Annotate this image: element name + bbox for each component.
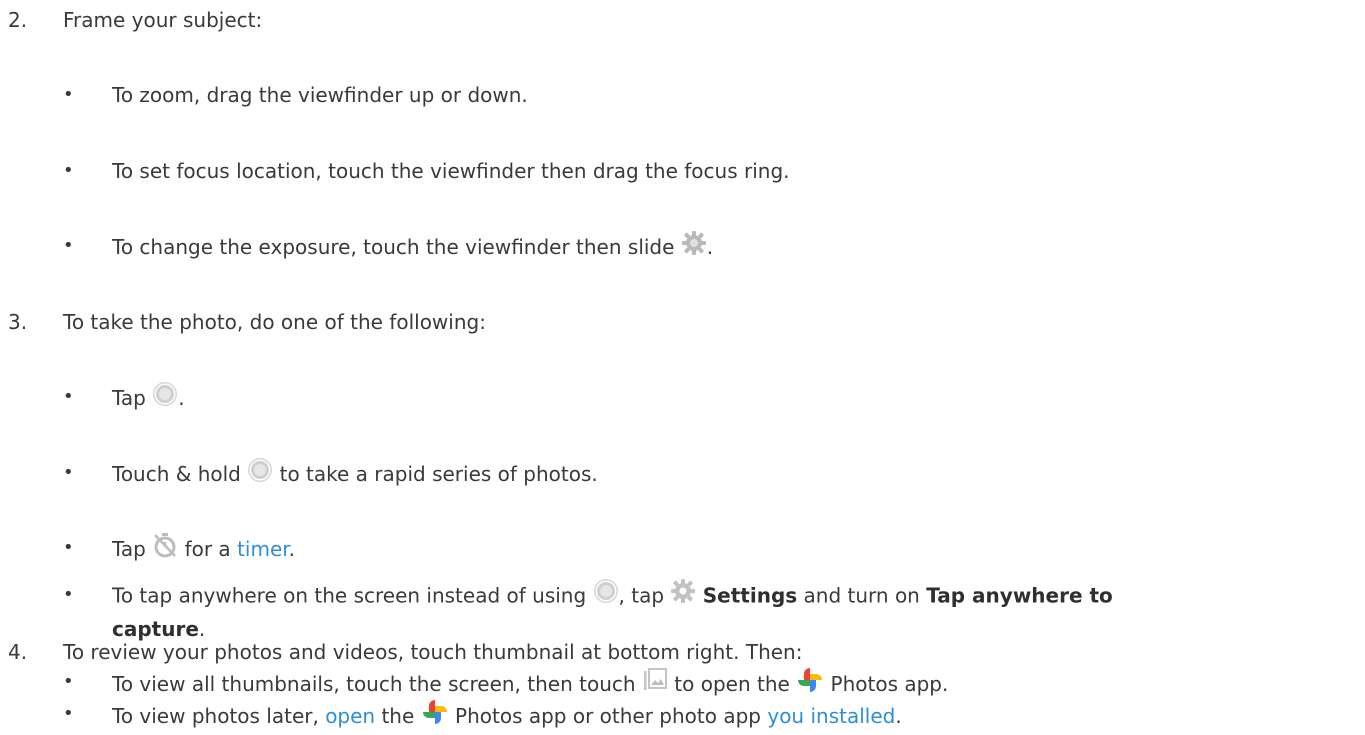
shutter-icon — [247, 457, 273, 490]
open-link[interactable]: open — [325, 704, 375, 728]
bullet-text: To set focus location, touch the viewfin… — [112, 159, 790, 183]
bullet-text: Tap for a timer. — [112, 532, 295, 567]
shutter-icon — [593, 578, 619, 612]
step-text: Frame your subject: — [63, 8, 263, 32]
exposure-gear-icon — [681, 230, 707, 263]
bullet-text: To zoom, drag the viewfinder up or down. — [112, 83, 528, 107]
bullet-text: To tap anywhere on the screen instead of… — [112, 578, 1357, 644]
step-number: 4. — [8, 640, 28, 664]
timer-off-icon — [152, 532, 178, 565]
bullet-text: To change the exposure, touch the viewfi… — [112, 230, 713, 265]
bullet: • — [63, 386, 74, 407]
timer-link[interactable]: timer — [237, 537, 289, 561]
bullet: • — [63, 671, 74, 692]
step-number: 2. — [8, 8, 28, 32]
bullet-text: To view photos later, open the Photos ap… — [112, 700, 902, 735]
bullet: • — [63, 84, 74, 105]
bullet: • — [63, 584, 74, 605]
step-text: To review your photos and videos, touch … — [63, 640, 803, 664]
settings-gear-icon — [670, 578, 696, 612]
google-photos-icon — [421, 698, 449, 733]
bullet-text: Touch & hold to take a rapid series of p… — [112, 457, 598, 492]
you-installed-link[interactable]: you installed — [767, 704, 895, 728]
bullet: • — [63, 462, 74, 483]
shutter-icon — [152, 381, 178, 414]
bullet: • — [63, 537, 74, 558]
bullet: • — [63, 703, 74, 724]
bullet-text: To view all thumbnails, touch the screen… — [112, 668, 948, 703]
gallery-icon — [642, 667, 668, 700]
bullet: • — [63, 160, 74, 181]
bullet: • — [63, 235, 74, 256]
bullet-text: Tap . — [112, 381, 185, 416]
step-text: To take the photo, do one of the followi… — [63, 310, 486, 334]
step-number: 3. — [8, 310, 28, 334]
google-photos-icon — [796, 666, 824, 701]
